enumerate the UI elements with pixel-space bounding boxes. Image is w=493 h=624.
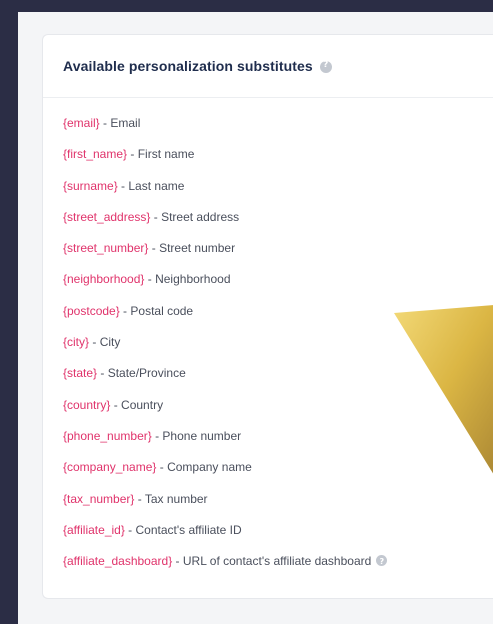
personalization-substitutes-panel: Available personalization substitutes {e… <box>42 34 493 599</box>
separator: - <box>119 303 131 318</box>
substitute-item: {first_name} - First name <box>63 146 493 177</box>
substitute-item: {postcode} - Postal code <box>63 303 493 334</box>
substitute-item: {street_address} - Street address <box>63 209 493 240</box>
substitute-item: {country} - Country <box>63 397 493 428</box>
substitute-item: {city} - City <box>63 334 493 365</box>
substitute-description: Phone number <box>162 428 242 443</box>
substitute-token[interactable]: {country} <box>63 398 110 412</box>
panel-header: Available personalization substitutes <box>43 35 493 98</box>
separator: - <box>110 397 122 412</box>
substitute-description: Street number <box>159 241 236 256</box>
separator: - <box>89 335 100 350</box>
substitute-description: State/Province <box>107 366 186 381</box>
substitute-item: {affiliate_id} - Contact's affiliate ID <box>63 522 493 553</box>
panel-title: Available personalization substitutes <box>63 58 313 74</box>
substitute-token[interactable]: {postcode} <box>63 304 120 318</box>
substitute-item: {surname} - Last name <box>63 178 493 209</box>
substitute-item: {street_number} - Street number <box>63 240 493 271</box>
substitute-token[interactable]: {city} <box>63 335 89 349</box>
substitutes-list: {email} - Email {first_name} - First nam… <box>43 98 493 584</box>
substitute-token[interactable]: {phone_number} <box>63 429 152 443</box>
separator: - <box>150 209 162 224</box>
substitute-token[interactable]: {neighborhood} <box>63 272 144 286</box>
substitute-description: Last name <box>128 178 185 193</box>
separator: - <box>156 460 168 475</box>
substitute-description: City <box>99 335 121 350</box>
substitute-token[interactable]: {surname} <box>63 179 118 193</box>
separator: - <box>151 428 163 443</box>
substitute-token[interactable]: {state} <box>63 366 97 380</box>
substitute-token[interactable]: {first_name} <box>63 147 127 161</box>
separator: - <box>144 272 156 287</box>
substitute-item: {affiliate_dashboard} - URL of contact's… <box>63 553 493 584</box>
substitute-description: Email <box>110 116 141 130</box>
separator: - <box>172 554 183 569</box>
substitute-token[interactable]: {street_address} <box>63 210 150 224</box>
separator: - <box>97 366 108 381</box>
substitute-item: {email} - Email <box>63 115 493 146</box>
help-circle-icon[interactable] <box>376 554 388 570</box>
separator: - <box>134 491 145 506</box>
substitute-description: Tax number <box>144 491 208 506</box>
substitute-token[interactable]: {email} <box>63 116 100 130</box>
help-circle-icon[interactable] <box>319 60 332 73</box>
separator: - <box>127 147 138 162</box>
substitute-token[interactable]: {affiliate_dashboard} <box>63 554 172 568</box>
substitute-description: Country <box>121 397 164 412</box>
substitute-token[interactable]: {affiliate_id} <box>63 523 125 537</box>
substitute-item: {phone_number} - Phone number <box>63 428 493 459</box>
substitute-description: Neighborhood <box>155 272 231 287</box>
separator: - <box>117 178 129 193</box>
substitute-description: URL of contact's affiliate dashboard <box>182 554 372 569</box>
substitute-token[interactable]: {company_name} <box>63 460 156 474</box>
substitute-item: {tax_number} - Tax number <box>63 491 493 522</box>
substitute-description: Company name <box>167 460 252 475</box>
substitute-item: {neighborhood} - Neighborhood <box>63 271 493 302</box>
substitute-description: Street address <box>161 209 240 224</box>
substitute-description: Contact's affiliate ID <box>135 522 242 537</box>
substitute-item: {company_name} - Company name <box>63 459 493 490</box>
substitute-description: First name <box>137 147 195 162</box>
separator: - <box>148 241 160 256</box>
substitute-token[interactable]: {tax_number} <box>63 492 134 506</box>
substitute-description: Postal code <box>130 303 194 318</box>
substitute-item: {state} - State/Province <box>63 365 493 396</box>
substitute-token[interactable]: {street_number} <box>63 241 148 255</box>
separator: - <box>99 116 111 130</box>
separator: - <box>124 522 136 537</box>
